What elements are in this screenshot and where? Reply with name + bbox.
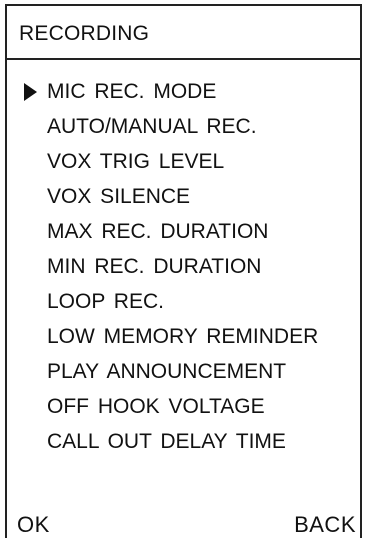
ok-softkey[interactable]: OK	[17, 512, 50, 538]
menu-item-mic-rec-mode[interactable]: MIC REC. MODE	[7, 74, 360, 109]
menu-item-min-rec-duration[interactable]: MIN REC. DURATION	[7, 249, 360, 284]
menu-item-label: VOX TRIG LEVEL	[47, 150, 225, 173]
menu-item-label: MIC REC. MODE	[47, 80, 217, 103]
page-title: RECORDING	[19, 22, 150, 45]
menu-item-off-hook-voltage[interactable]: OFF HOOK VOLTAGE	[7, 389, 360, 424]
menu-item-label: VOX SILENCE	[47, 185, 191, 208]
recording-menu-screen: RECORDING MIC REC. MODE AUTO/MANUAL REC.…	[5, 4, 362, 538]
menu-item-loop-rec[interactable]: LOOP REC.	[7, 284, 360, 319]
menu-item-vox-trig-level[interactable]: VOX TRIG LEVEL	[7, 144, 360, 179]
menu-item-max-rec-duration[interactable]: MAX REC. DURATION	[7, 214, 360, 249]
selection-cursor-icon	[24, 83, 37, 101]
menu-item-label: LOOP REC.	[47, 290, 164, 313]
recording-menu-list: MIC REC. MODE AUTO/MANUAL REC. VOX TRIG …	[7, 74, 360, 459]
menu-item-label: LOW MEMORY REMINDER	[47, 325, 319, 348]
menu-item-play-announcement[interactable]: PLAY ANNOUNCEMENT	[7, 354, 360, 389]
menu-item-label: MIN REC. DURATION	[47, 255, 262, 278]
menu-item-label: MAX REC. DURATION	[47, 220, 269, 243]
menu-item-auto-manual-rec[interactable]: AUTO/MANUAL REC.	[7, 109, 360, 144]
menu-item-label: CALL OUT DELAY TIME	[47, 430, 286, 453]
menu-item-low-memory-reminder[interactable]: LOW MEMORY REMINDER	[7, 319, 360, 354]
menu-item-label: OFF HOOK VOLTAGE	[47, 395, 265, 418]
back-softkey[interactable]: BACK	[294, 512, 356, 538]
menu-item-vox-silence[interactable]: VOX SILENCE	[7, 179, 360, 214]
menu-item-call-out-delay-time[interactable]: CALL OUT DELAY TIME	[7, 424, 360, 459]
menu-item-label: AUTO/MANUAL REC.	[47, 115, 257, 138]
title-bar: RECORDING	[7, 6, 360, 60]
menu-item-label: PLAY ANNOUNCEMENT	[47, 360, 287, 383]
